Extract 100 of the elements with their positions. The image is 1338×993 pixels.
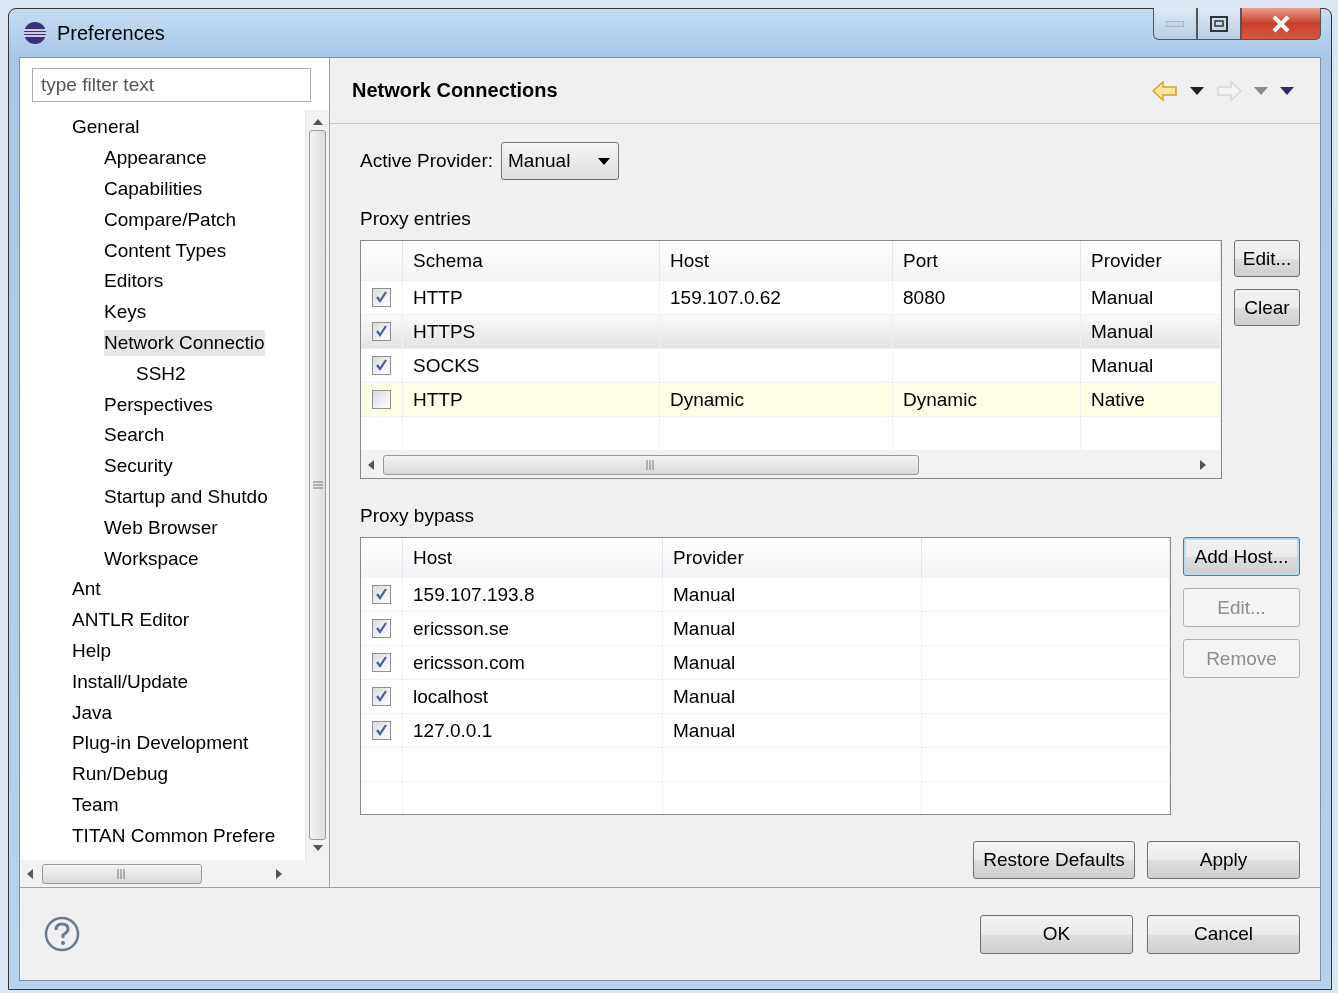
column-header[interactable]: Provider: [1081, 241, 1221, 280]
scroll-right-icon: [1199, 459, 1207, 470]
check-icon: [375, 359, 388, 372]
check-icon: [375, 588, 388, 601]
tree-item[interactable]: Security: [104, 453, 173, 480]
column-header[interactable]: Host: [403, 538, 663, 577]
checkbox[interactable]: [372, 721, 391, 740]
check-icon: [375, 291, 388, 304]
checkbox[interactable]: [372, 288, 391, 307]
tree-item[interactable]: Perspectives: [104, 391, 213, 418]
menu-caret-icon[interactable]: [1280, 86, 1294, 95]
table-cell: HTTP: [403, 281, 660, 314]
tree-item[interactable]: Editors: [104, 268, 164, 295]
provider-dropdown[interactable]: Manual: [501, 142, 620, 180]
check-icon: [375, 690, 388, 703]
table-cell: localhost: [403, 680, 663, 713]
table-cell: Manual: [663, 578, 922, 611]
checkbox[interactable]: [372, 390, 391, 409]
table-cell: Manual: [663, 680, 922, 713]
tree-item[interactable]: Ant: [72, 576, 101, 603]
checkbox[interactable]: [372, 322, 391, 341]
scroll-down-icon: [312, 844, 323, 852]
table-cell: 127.0.0.1: [403, 714, 663, 747]
tree-item[interactable]: Appearance: [104, 145, 207, 172]
scroll-right-icon: [275, 868, 283, 879]
tree-item[interactable]: SSH2: [136, 360, 186, 387]
table-cell: HTTPS: [403, 315, 660, 348]
tree-item[interactable]: ANTLR Editor: [72, 607, 190, 634]
maximize-icon: [1210, 15, 1228, 32]
grip-icon: [312, 481, 323, 489]
tree-item[interactable]: Workspace: [104, 545, 199, 572]
tree-item[interactable]: Install/Update: [72, 668, 189, 695]
column-header[interactable]: Port: [893, 241, 1081, 280]
close-button[interactable]: [1241, 8, 1321, 40]
tree-item[interactable]: TITAN Common Prefere: [72, 822, 276, 849]
table-cell: Native: [1081, 383, 1221, 416]
table-cell: Dynamic: [893, 383, 1081, 416]
table-row[interactable]: SOCKS Manual: [361, 349, 1221, 383]
table-row[interactable]: HTTP Dynamic Dynamic Native: [361, 383, 1221, 417]
dialog-button[interactable]: Cancel: [1147, 914, 1300, 954]
table-action-button[interactable]: Add Host...: [1183, 537, 1300, 576]
table-cell: Manual: [1081, 281, 1221, 314]
tree-item[interactable]: General: [72, 114, 140, 141]
tree-item[interactable]: Help: [72, 637, 112, 664]
horizontal-scrollbar[interactable]: [361, 451, 1221, 478]
table-cell: ericsson.se: [403, 612, 663, 645]
tree-item[interactable]: Capabilities: [104, 176, 203, 202]
check-icon: [375, 325, 388, 338]
table-cell: Manual: [663, 646, 922, 679]
table-cell: Manual: [1081, 315, 1221, 348]
tree-item[interactable]: Network Connectio: [104, 329, 265, 356]
checkbox[interactable]: [372, 356, 391, 375]
vertical-scrollbar[interactable]: [305, 110, 329, 860]
table-action-button[interactable]: Edit...: [1234, 240, 1300, 277]
tree-item[interactable]: Content Types: [104, 237, 227, 264]
check-icon: [375, 724, 388, 737]
checkbox[interactable]: [372, 653, 391, 672]
column-header[interactable]: Provider: [663, 538, 922, 577]
tree-item[interactable]: Keys: [104, 299, 147, 326]
checkbox[interactable]: [372, 585, 391, 604]
tree-item[interactable]: Team: [72, 791, 119, 818]
scroll-up-icon: [312, 118, 323, 126]
checkbox[interactable]: [372, 687, 391, 706]
table-row[interactable]: HTTP 159.107.0.62 8080 Manual: [361, 281, 1221, 315]
checkbox[interactable]: [372, 619, 391, 638]
column-header[interactable]: Schema: [403, 241, 660, 280]
table-row[interactable]: HTTPS Manual: [361, 315, 1221, 349]
table-cell: HTTP: [403, 383, 660, 416]
section-label: Proxy entries: [360, 208, 472, 230]
tree-item[interactable]: Plug-in Development: [72, 730, 249, 757]
tree-item[interactable]: Java: [72, 699, 113, 726]
check-icon: [375, 622, 388, 635]
column-header[interactable]: Host: [660, 241, 893, 280]
table-cell: 8080: [893, 281, 1081, 314]
page-button[interactable]: Apply: [1147, 841, 1300, 879]
page-button[interactable]: Restore Defaults: [973, 841, 1135, 879]
maximize-button[interactable]: [1197, 8, 1241, 40]
grip-icon: [646, 459, 656, 470]
check-icon: [375, 656, 388, 669]
table-action-button[interactable]: Clear: [1234, 289, 1300, 326]
tree-item[interactable]: Compare/Patch: [104, 206, 236, 233]
tree-item[interactable]: Startup and Shutdo: [104, 483, 268, 510]
table-cell: ericsson.com: [403, 646, 663, 679]
tree-item[interactable]: Web Browser: [104, 514, 218, 541]
page-title: Network Connections: [352, 79, 559, 102]
field-label: Active Provider:: [360, 150, 494, 172]
help-icon[interactable]: [44, 916, 80, 952]
dialog-button[interactable]: OK: [980, 914, 1133, 954]
caret-icon[interactable]: [1190, 86, 1204, 95]
scroll-left-icon: [367, 459, 375, 470]
table-cell: 159.107.193.8: [403, 578, 663, 611]
horizontal-scrollbar[interactable]: [20, 860, 329, 887]
filter-field[interactable]: type filter text: [32, 68, 311, 102]
tree-item[interactable]: Run/Debug: [72, 761, 169, 788]
table-cell: Manual: [663, 714, 922, 747]
table-cell: Dynamic: [660, 383, 893, 416]
tree-item[interactable]: Search: [104, 422, 165, 449]
minimize-button[interactable]: [1153, 8, 1197, 40]
table-cell: Manual: [663, 612, 922, 645]
window-title: Preferences: [57, 21, 166, 45]
